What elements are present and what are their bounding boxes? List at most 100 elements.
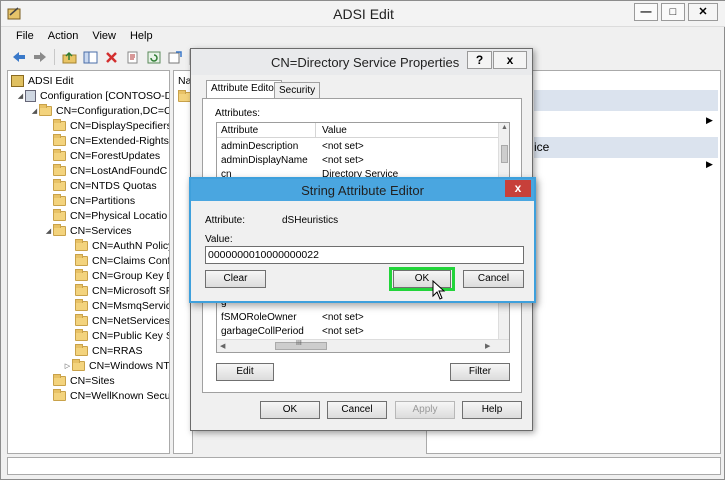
tree-item[interactable]: CN=LostAndFoundC	[53, 163, 167, 178]
scroll-thumb[interactable]	[501, 145, 508, 163]
tree-item[interactable]: CN=AuthN Policy	[75, 238, 170, 253]
tree-item[interactable]: CN=Extended-Rights	[53, 133, 169, 148]
window-close-button[interactable]: ✕	[688, 3, 718, 21]
window-title-bar[interactable]: ADSI Edit — □ ✕	[1, 1, 725, 27]
tree-item[interactable]: CN=ForestUpdates	[53, 148, 160, 163]
edit-button[interactable]: Edit	[216, 363, 274, 381]
dialog-title: CN=Directory Service Properties	[271, 55, 460, 70]
dialog-title-bar[interactable]: String Attribute Editor x	[191, 179, 534, 201]
delete-button[interactable]	[102, 48, 121, 66]
folder-icon	[72, 358, 85, 371]
scroll-up-icon[interactable]: ▲	[501, 124, 508, 131]
show-hide-tree-button[interactable]	[81, 48, 100, 66]
refresh-button[interactable]	[144, 48, 163, 66]
folder-icon	[53, 133, 66, 146]
list-row[interactable]: adminDescription <not set>	[217, 140, 500, 154]
list-row[interactable]: garbageCollPeriod <not set>	[217, 325, 500, 339]
tree-item[interactable]: CN=WellKnown Secu	[53, 388, 169, 403]
tree-item[interactable]: CN=Physical Locatio	[53, 208, 167, 223]
tree-item[interactable]: CN=Group Key D	[75, 268, 169, 283]
attribute-value: <not set>	[322, 326, 364, 337]
tree-item[interactable]: CN=Microsoft SP	[75, 283, 169, 298]
column-header-value[interactable]: Value	[322, 125, 347, 136]
tree-item[interactable]: CN=Partitions	[53, 193, 135, 208]
column-header-attribute[interactable]: Attribute	[221, 125, 258, 136]
dialog-title-bar[interactable]: CN=Directory Service Properties ? x	[191, 49, 532, 75]
tree-item[interactable]: CN=MsmqService	[75, 298, 170, 313]
menu-action[interactable]: Action	[41, 28, 86, 45]
scroll-left-icon[interactable]: ◀	[220, 342, 225, 350]
tree-item-label: ADSI Edit	[28, 74, 74, 87]
folder-icon	[53, 373, 66, 386]
list-header: Attribute Value	[217, 123, 500, 138]
folder-icon	[75, 328, 88, 341]
tree-item-label: CN=NetServices	[92, 314, 170, 327]
horizontal-scrollbar[interactable]: ◀ III ▶	[217, 339, 509, 352]
actions-section-header[interactable]: ice	[534, 137, 718, 158]
export-list-button[interactable]	[165, 48, 184, 66]
console-tree-icon	[83, 51, 98, 63]
tree-item[interactable]: CN=RRAS	[75, 343, 142, 358]
minimize-button[interactable]: —	[634, 3, 658, 21]
dialog-close-button[interactable]: x	[493, 51, 527, 69]
tree-item[interactable]: CN=NTDS Quotas	[53, 178, 157, 193]
dialog-close-button[interactable]: x	[505, 180, 531, 197]
attribute-value: <not set>	[322, 141, 364, 152]
ok-button[interactable]: OK	[260, 401, 320, 419]
tree-item[interactable]: CN=DisplaySpecifiers	[53, 118, 169, 133]
value-input[interactable]: 0000000010000000022	[205, 246, 524, 264]
tree-item[interactable]: CN=Sites	[53, 373, 115, 388]
help-button[interactable]: Help	[462, 401, 522, 419]
up-level-button[interactable]	[60, 48, 79, 66]
console-tree[interactable]: ADSI Edit ◢ Configuration [CONTOSO-D ◢ C…	[7, 70, 170, 454]
filter-button[interactable]: Filter	[450, 363, 510, 381]
properties-toolbar-button[interactable]	[123, 48, 142, 66]
back-button[interactable]	[9, 48, 28, 66]
more-actions-arrow-icon[interactable]: ▶	[706, 115, 713, 126]
tree-item-label: CN=MsmqService	[92, 299, 170, 312]
forward-button[interactable]	[30, 48, 49, 66]
collapse-icon[interactable]: ◢	[16, 92, 25, 100]
attribute-name: adminDescription	[221, 141, 299, 152]
scroll-thumb[interactable]: III	[275, 340, 327, 350]
cancel-button[interactable]: Cancel	[463, 270, 524, 288]
list-row[interactable]: fSMORoleOwner <not set>	[217, 311, 500, 325]
tree-item-label: CN=Partitions	[70, 194, 136, 207]
attribute-label: Attribute:	[205, 215, 246, 226]
tab-security[interactable]: Security	[274, 82, 321, 98]
tab-attribute-editor[interactable]: Attribute Editor	[206, 80, 283, 98]
maximize-button[interactable]: □	[661, 3, 685, 21]
tree-item[interactable]: ▷ CN=Windows NT	[63, 358, 170, 373]
column-divider[interactable]	[315, 123, 316, 138]
cancel-button[interactable]: Cancel	[327, 401, 387, 419]
tree-item[interactable]: CN=Public Key Se	[75, 328, 169, 343]
status-bar	[7, 457, 721, 475]
menu-bar: File Action View Help	[1, 28, 160, 45]
apply-button[interactable]: Apply	[395, 401, 455, 419]
collapse-icon[interactable]: ◢	[30, 107, 39, 115]
tree-item-label: CN=AuthN Policy	[92, 239, 170, 252]
tree-item-root[interactable]: ADSI Edit	[11, 73, 74, 88]
attribute-value: <not set>	[322, 312, 364, 323]
back-arrow-icon	[12, 52, 25, 62]
tree-item-configuration-dn[interactable]: ◢ CN=Configuration,DC=C	[30, 103, 169, 118]
tree-item-services[interactable]: ◢ CN=Services	[44, 223, 132, 238]
tree-item[interactable]: CN=NetServices	[75, 313, 170, 328]
menu-file[interactable]: File	[9, 28, 41, 45]
dialog-help-button[interactable]: ?	[467, 51, 492, 69]
forward-arrow-icon	[33, 52, 46, 62]
more-actions-arrow-icon[interactable]: ▶	[706, 159, 713, 170]
tree-item[interactable]: CN=Claims Confi	[75, 253, 169, 268]
clear-button[interactable]: Clear	[205, 270, 266, 288]
scroll-right-icon[interactable]: ▶	[485, 342, 490, 350]
collapse-icon[interactable]: ◢	[44, 227, 53, 235]
refresh-icon	[147, 51, 160, 63]
tree-item-label: CN=Windows NT	[89, 359, 170, 372]
list-row[interactable]: adminDisplayName <not set>	[217, 154, 500, 168]
menu-view[interactable]: View	[85, 28, 123, 45]
thumb-grip: III	[296, 340, 302, 347]
tree-item-configuration[interactable]: ◢ Configuration [CONTOSO-D	[16, 88, 169, 103]
expand-icon[interactable]: ▷	[63, 362, 72, 370]
actions-section-header[interactable]	[534, 90, 718, 111]
menu-help[interactable]: Help	[123, 28, 160, 45]
